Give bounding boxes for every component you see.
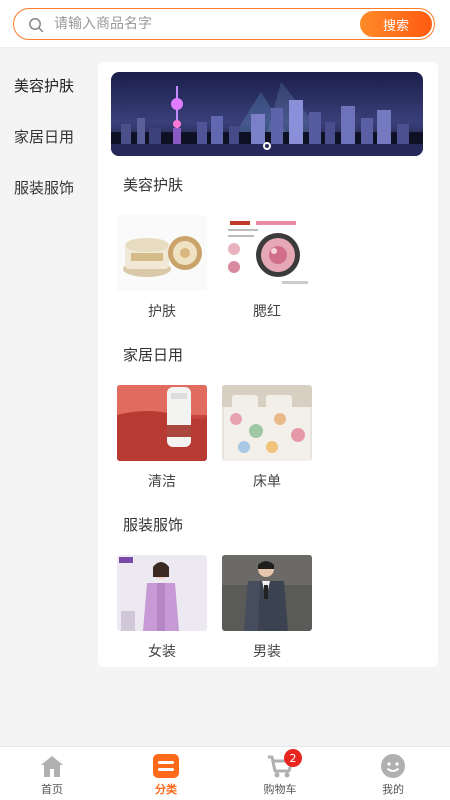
section-title-apparel: 服装服饰 bbox=[123, 516, 184, 534]
product-label: 腮红 bbox=[253, 304, 281, 320]
tab-home[interactable]: 首页 bbox=[12, 747, 92, 800]
product-label: 男装 bbox=[253, 644, 281, 660]
product-womenswear[interactable]: 女装 bbox=[117, 555, 207, 661]
product-image bbox=[222, 555, 312, 631]
cart-icon-wrap: 2 bbox=[266, 749, 302, 779]
tab-profile[interactable]: 我的 bbox=[353, 747, 433, 800]
sidebar-item-apparel[interactable]: 服装服饰 bbox=[0, 162, 96, 213]
product-label: 护肤 bbox=[148, 304, 176, 320]
product-skincare[interactable]: 护肤 bbox=[117, 215, 207, 321]
bottom-tab-bar: 首页 分类 2 购物车 我的 bbox=[0, 746, 450, 800]
tab-category[interactable]: 分类 bbox=[126, 747, 206, 800]
category-content-panel: 美容护肤 护肤 腮红 家居日用 清洁 床单 服装服饰 女装 男装 bbox=[98, 62, 438, 667]
tab-cart[interactable]: 2 购物车 bbox=[240, 747, 320, 800]
category-icon bbox=[153, 754, 179, 778]
cart-count-badge: 2 bbox=[284, 749, 302, 767]
profile-icon bbox=[381, 754, 405, 778]
product-image bbox=[117, 555, 207, 631]
category-sidebar: 美容护肤 家居日用 服装服饰 bbox=[0, 60, 96, 213]
search-input[interactable] bbox=[54, 9, 354, 39]
sidebar-item-home[interactable]: 家居日用 bbox=[0, 111, 96, 162]
home-icon bbox=[41, 756, 63, 777]
product-menswear[interactable]: 男装 bbox=[222, 555, 312, 661]
product-cleaning[interactable]: 清洁 bbox=[117, 385, 207, 491]
tab-label: 我的 bbox=[382, 783, 404, 796]
carousel-indicator[interactable] bbox=[263, 142, 271, 150]
product-blush[interactable]: 腮红 bbox=[222, 215, 312, 321]
tab-label: 首页 bbox=[41, 783, 63, 796]
search-button[interactable]: 搜索 bbox=[360, 11, 432, 37]
tab-label: 分类 bbox=[155, 783, 177, 796]
product-label: 清洁 bbox=[148, 474, 176, 490]
section-title-home: 家居日用 bbox=[123, 346, 184, 364]
tab-label: 购物车 bbox=[263, 783, 297, 796]
product-label: 床单 bbox=[253, 474, 281, 490]
product-image bbox=[222, 215, 312, 291]
product-image bbox=[117, 215, 207, 291]
sidebar-item-beauty[interactable]: 美容护肤 bbox=[0, 60, 96, 111]
product-bedsheet[interactable]: 床单 bbox=[222, 385, 312, 491]
product-image bbox=[117, 385, 207, 461]
banner-carousel[interactable] bbox=[111, 72, 423, 156]
search-header: 搜索 bbox=[0, 0, 450, 48]
product-label: 女装 bbox=[148, 644, 176, 660]
section-title-beauty: 美容护肤 bbox=[123, 176, 184, 194]
product-image bbox=[222, 385, 312, 461]
search-icon bbox=[29, 18, 44, 33]
search-box: 搜索 bbox=[13, 8, 435, 40]
